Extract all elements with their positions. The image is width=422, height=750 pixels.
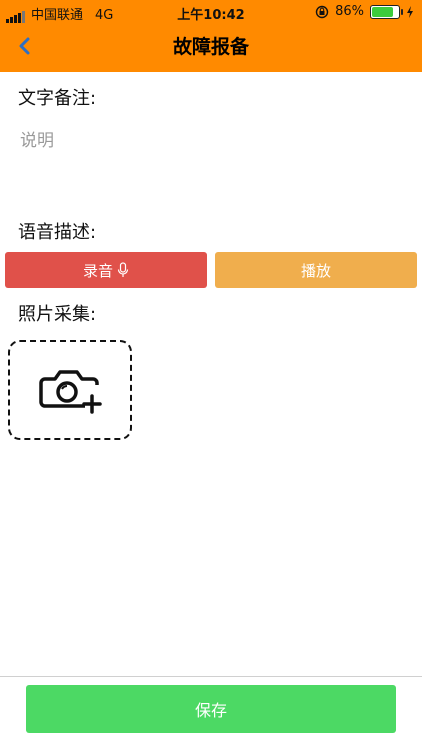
header-bar: 中国联通 4G 上午10:42 86% 故障报备 xyxy=(0,0,422,72)
camera-plus-icon xyxy=(39,370,102,414)
status-right: 86% xyxy=(315,4,414,19)
add-photo-button[interactable] xyxy=(8,340,132,440)
play-button-label: 播放 xyxy=(300,261,331,280)
voice-label: 语音描述: xyxy=(18,222,97,243)
status-bar: 中国联通 4G 上午10:42 86% xyxy=(0,0,422,24)
footer-divider xyxy=(0,676,422,677)
page-title: 故障报备 xyxy=(172,36,249,58)
battery-percent: 86% xyxy=(335,4,364,19)
charging-icon xyxy=(407,5,413,18)
remark-label: 文字备注: xyxy=(18,88,97,109)
save-button[interactable]: 保存 xyxy=(26,685,396,733)
microphone-icon xyxy=(117,262,129,277)
play-button[interactable]: 播放 xyxy=(215,252,417,288)
orientation-lock-icon xyxy=(315,5,329,18)
battery-icon xyxy=(370,4,403,19)
photo-label: 照片采集: xyxy=(18,304,97,325)
record-button[interactable]: 录音 xyxy=(5,252,207,288)
battery-level xyxy=(372,6,393,17)
remark-input[interactable] xyxy=(18,124,408,198)
record-button-label: 录音 xyxy=(82,261,113,280)
save-button-label: 保存 xyxy=(194,701,227,720)
